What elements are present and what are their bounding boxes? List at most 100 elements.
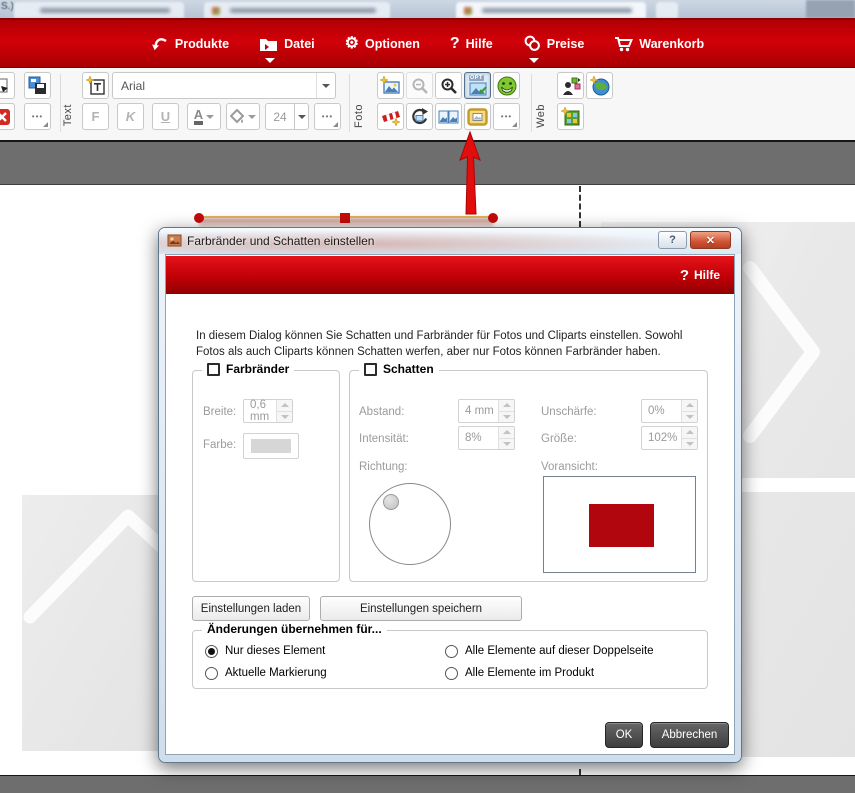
menu-item-preise[interactable]: Preise (523, 35, 585, 52)
toolbar-separator (349, 74, 350, 132)
browser-tab[interactable] (456, 2, 646, 18)
help-icon: ? (680, 267, 689, 284)
dialog-description: In diesem Dialog können Sie Schatten und… (196, 328, 712, 360)
fill-color-button[interactable] (226, 103, 260, 130)
spin-up-button[interactable] (682, 400, 697, 412)
corner-expand-icon (43, 122, 48, 127)
schatten-checkbox[interactable] (364, 363, 377, 376)
smiley-icon (497, 76, 517, 96)
selection-handle[interactable] (340, 213, 350, 223)
spin-up-button[interactable] (277, 400, 292, 412)
color-chip (251, 439, 291, 453)
browser-tab[interactable] (14, 2, 184, 18)
bold-button[interactable]: F (82, 103, 109, 130)
browser-tab-fragment: S.) (1, 1, 14, 12)
add-photo-button[interactable] (377, 72, 404, 99)
breite-spinner[interactable]: 0,6 mm (243, 399, 293, 423)
more-text-options-button[interactable]: ••• (314, 103, 341, 130)
toolbar-separator (60, 74, 61, 132)
font-size-field[interactable]: 24 (265, 103, 295, 130)
font-color-button[interactable]: A (187, 103, 221, 130)
groupbox-apply-to: Änderungen übernehmen für... Nur dieses … (192, 630, 708, 689)
save-icon (28, 76, 47, 95)
rotate-icon (410, 107, 429, 126)
abstand-spinner[interactable]: 4 mm (458, 399, 515, 423)
spin-down-button[interactable] (499, 439, 514, 450)
coins-icon (523, 35, 541, 52)
photo-optimize-button[interactable]: OPT ✔ (464, 72, 491, 99)
font-family-select[interactable]: Arial (112, 72, 336, 99)
selection-handle[interactable] (194, 213, 204, 223)
web-grid-button[interactable] (557, 103, 584, 130)
groupbox-schatten: Schatten Abstand: 4 mm Unschärfe: 0% Int… (349, 370, 708, 582)
toolbar-separator (531, 74, 532, 132)
menu-item-produkte[interactable]: Produkte (151, 36, 229, 52)
browser-tab-strip: S.) (0, 0, 855, 18)
font-size-dropdown[interactable] (294, 103, 309, 130)
dialog-farbraender-schatten: Farbränder und Schatten einstellen ? ✕ ?… (158, 227, 742, 763)
spin-down-button[interactable] (277, 412, 292, 423)
dialog-close-button[interactable]: ✕ (690, 231, 731, 249)
save-button[interactable] (24, 72, 51, 99)
farbe-color-swatch[interactable] (243, 433, 299, 459)
spin-down-button[interactable] (682, 439, 697, 450)
unschaerfe-spinner[interactable]: 0% (641, 399, 698, 423)
preview-rectangle (589, 504, 654, 547)
web-globe-button[interactable] (586, 72, 613, 99)
cancel-button[interactable]: Abbrechen (650, 722, 729, 748)
annotation-arrow (452, 130, 492, 218)
web-person-button[interactable] (557, 72, 584, 99)
dialog-titlebar[interactable]: Farbränder und Schatten einstellen ? ✕ (159, 228, 741, 254)
photo-border-style-button[interactable] (377, 103, 404, 130)
rotate-photo-button[interactable] (406, 103, 433, 130)
menu-item-optionen[interactable]: ⚙ Optionen (345, 36, 420, 52)
radio-alle-elemente-produkt[interactable] (445, 667, 458, 680)
radio-alle-elemente-doppelseite[interactable] (445, 645, 458, 658)
chevron-down-icon (206, 115, 214, 119)
radio-nur-dieses-element[interactable] (205, 645, 218, 658)
save-settings-button[interactable]: Einstellungen speichern (320, 596, 522, 621)
spin-up-button[interactable] (499, 427, 514, 439)
swap-photos-button[interactable] (435, 103, 462, 130)
striped-border-icon (381, 107, 401, 127)
browser-tab[interactable] (204, 2, 390, 18)
more-foto-options-button[interactable]: ••• (493, 103, 520, 130)
menu-item-datei[interactable]: Datei (259, 36, 315, 52)
more-options-button[interactable]: ••• (24, 103, 51, 130)
clipped-toolbar-button[interactable] (0, 72, 15, 99)
ok-button[interactable]: OK (605, 722, 643, 748)
toolbar: ••• Text Arial F K U A 24 (0, 68, 855, 140)
richtung-dial (369, 483, 451, 565)
new-tab-button[interactable] (656, 2, 678, 18)
add-text-icon (86, 76, 106, 96)
toolbar-group-label-foto: Foto (353, 104, 365, 128)
frame-shadow-button[interactable] (464, 103, 491, 130)
spin-up-button[interactable] (682, 427, 697, 439)
page-spine-line (579, 186, 581, 227)
canvas-top-bar (0, 140, 855, 185)
paint-bucket-icon (230, 109, 245, 124)
spin-up-button[interactable] (499, 400, 514, 412)
delete-button[interactable] (0, 103, 15, 130)
intensitaet-spinner[interactable]: 8% (458, 426, 515, 450)
menu-item-warenkorb[interactable]: Warenkorb (614, 35, 704, 52)
toolbar-group-label-web: Web (535, 104, 547, 128)
chevron-down-icon (248, 115, 256, 119)
zoom-out-button[interactable] (406, 72, 433, 99)
italic-button[interactable]: K (117, 103, 144, 130)
zoom-in-button[interactable] (435, 72, 462, 99)
radio-aktuelle-markierung[interactable] (205, 667, 218, 680)
menu-item-hilfe[interactable]: ? Hilfe (450, 36, 493, 52)
dialog-hilfe-link[interactable]: Hilfe (694, 268, 720, 282)
add-text-button[interactable] (82, 72, 109, 99)
dial-knob[interactable] (383, 494, 399, 510)
spin-down-button[interactable] (682, 412, 697, 423)
groesse-spinner[interactable]: 102% (641, 426, 698, 450)
load-settings-button[interactable]: Einstellungen laden (192, 596, 310, 621)
frame-icon (467, 108, 488, 126)
farbraender-checkbox[interactable] (207, 363, 220, 376)
spin-down-button[interactable] (499, 412, 514, 423)
dialog-help-button[interactable]: ? (658, 231, 687, 249)
underline-button[interactable]: U (152, 103, 179, 130)
smiley-button[interactable] (493, 72, 520, 99)
